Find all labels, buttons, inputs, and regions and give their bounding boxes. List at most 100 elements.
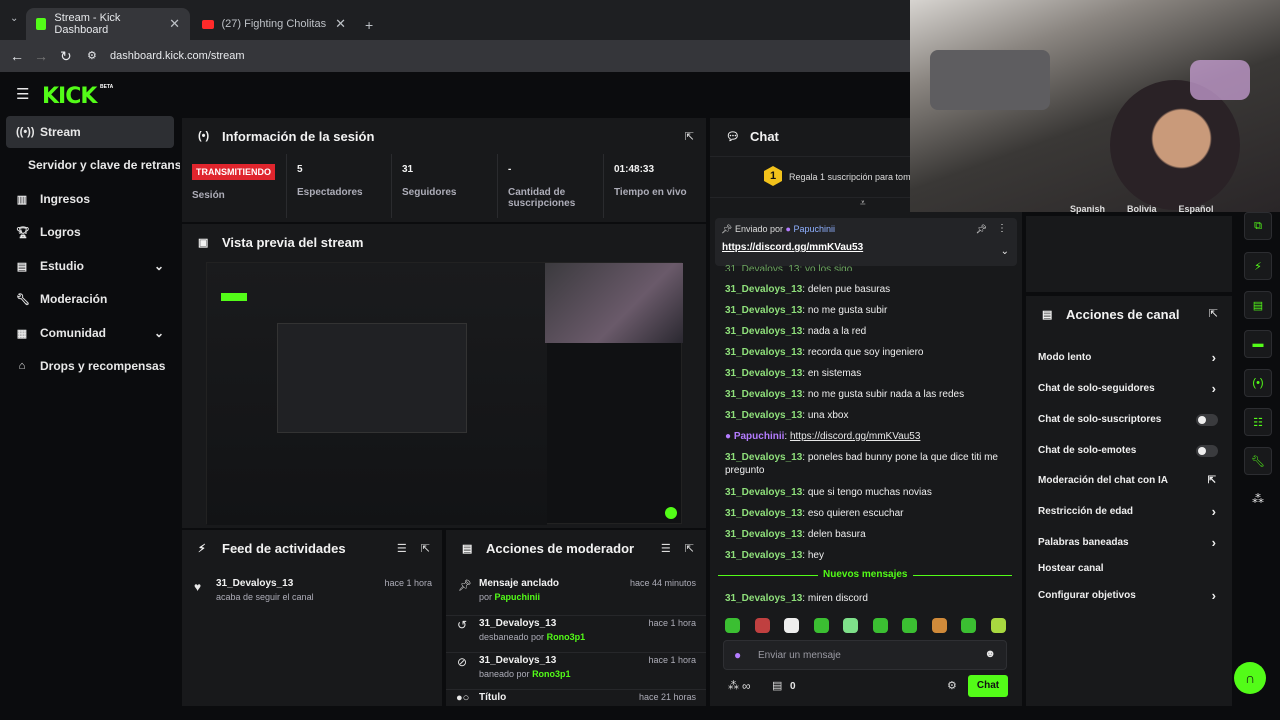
channel-action-banned-words[interactable]: Palabras baneadas ›: [1038, 535, 1220, 551]
sidebar-item-server-key[interactable]: Servidor y clave de retransmisión: [18, 149, 180, 181]
tag-chip[interactable]: Spanish: [1036, 204, 1105, 216]
tab-list-chevron-icon[interactable]: ⌄: [10, 13, 18, 24]
sidebar-item-label: Servidor y clave de retransmisión: [28, 158, 180, 172]
infinity-icon[interactable]: ⁂: [728, 679, 739, 692]
tab-kick-dashboard[interactable]: Stream - Kick Dashboard ✕: [26, 8, 190, 40]
emote-icon[interactable]: [814, 618, 829, 633]
forward-icon[interactable]: →: [34, 48, 48, 64]
settings-gear-icon[interactable]: ⚙: [947, 679, 957, 692]
chat-username[interactable]: 31_Devaloys_13: [725, 593, 802, 604]
chat-username[interactable]: 31_Devaloys_13: [725, 284, 802, 295]
lightning-icon: ⚡︎: [198, 542, 206, 555]
channel-action-goals[interactable]: Configurar objetivos ›: [1038, 588, 1220, 604]
back-icon[interactable]: ←: [10, 48, 24, 64]
chat-username[interactable]: 31_Devaloys_13: [725, 508, 802, 519]
mod-action-by[interactable]: Rono3p1: [532, 669, 571, 679]
menu-icon[interactable]: ☰: [16, 85, 29, 103]
mod-action-by-prefix: baneado por: [479, 669, 530, 679]
new-tab-icon[interactable]: +: [365, 17, 373, 33]
kick-logo[interactable]: KICK: [42, 84, 97, 109]
rail-document-button[interactable]: ▤: [1244, 291, 1272, 319]
chevron-down-icon[interactable]: ⌄: [1001, 246, 1009, 257]
emote-icon[interactable]: [725, 618, 740, 633]
channel-action-ai-moderation[interactable]: Moderación del chat con IA ⇱: [1038, 475, 1220, 489]
tab-youtube[interactable]: (27) Fighting Cholitas - Women W ✕: [192, 8, 356, 40]
channel-action-slow-mode[interactable]: Modo lento ›: [1038, 350, 1220, 366]
close-tab-icon[interactable]: ✕: [335, 16, 346, 32]
sidebar-item-logros[interactable]: 🏆︎ Logros: [6, 216, 174, 248]
sidebar-item-drops[interactable]: ⌂ Drops y recompensas: [6, 350, 174, 382]
chat-username[interactable]: 31_Devaloys_13: [725, 410, 802, 421]
collapse-icon[interactable]: ⩡: [860, 198, 866, 209]
chat-username[interactable]: 31_Devaloys_13: [725, 368, 802, 379]
emoji-icon[interactable]: ☻: [984, 648, 996, 660]
pinned-user[interactable]: Papuchinii: [793, 224, 835, 234]
sidebar-item-stream[interactable]: ((•)) Stream: [6, 116, 174, 148]
filter-icon[interactable]: ☰: [397, 542, 407, 555]
chat-username[interactable]: 31_Devaloys_13: [725, 550, 802, 561]
rail-lightning-button[interactable]: ⚡︎: [1244, 252, 1272, 280]
community-icon[interactable]: ⁂: [1252, 492, 1264, 506]
chat-username[interactable]: 31_Devaloys_13: [725, 529, 802, 540]
mod-action-by[interactable]: Papuchinii: [495, 592, 541, 602]
chat-username[interactable]: 31_Devaloys_13: [725, 487, 802, 498]
preview-nested-dashboard: [277, 323, 467, 433]
pinned-link[interactable]: https://discord.gg/mmKVau53: [722, 242, 863, 253]
popout-icon[interactable]: ⇱: [1209, 307, 1218, 320]
close-tab-icon[interactable]: ✕: [169, 16, 180, 32]
pinned-label: Enviado por: [734, 224, 783, 234]
chat-username[interactable]: 31_Devaloys_13: [725, 326, 802, 337]
reload-icon[interactable]: ↻: [60, 48, 72, 65]
stream-preview-video[interactable]: [206, 262, 683, 525]
chat-username[interactable]: 31_Devaloys_13: [725, 389, 802, 400]
channel-action-host[interactable]: Hostear canal: [1038, 563, 1220, 577]
sidebar-item-comunidad[interactable]: ▦ Comunidad ⌄: [6, 317, 174, 349]
emote-icon[interactable]: [784, 618, 799, 633]
popout-icon[interactable]: ⇱: [685, 542, 694, 555]
send-chat-button[interactable]: Chat: [968, 675, 1008, 697]
support-headset-icon[interactable]: ∩: [1234, 662, 1266, 694]
rail-list-button[interactable]: ☷: [1244, 408, 1272, 436]
mod-action-by[interactable]: Rono3p1: [547, 632, 586, 642]
site-info-icon[interactable]: ⚙: [87, 49, 97, 62]
sidebar-item-ingresos[interactable]: ▥ Ingresos: [6, 183, 174, 215]
webcam-headset: [1190, 60, 1250, 100]
emotes-only-toggle[interactable]: [1196, 445, 1218, 457]
subscribers-only-toggle[interactable]: [1196, 414, 1218, 426]
emote-icon[interactable]: [991, 618, 1006, 633]
chat-username[interactable]: 31_Devaloys_13: [725, 452, 802, 463]
chat-input[interactable]: ● Enviar un mensaje ☻: [723, 640, 1007, 670]
chat-text[interactable]: https://discord.gg/mmKVau53: [790, 431, 920, 442]
rail-broadcast-button[interactable]: (•): [1244, 369, 1272, 397]
emote-icon[interactable]: [932, 618, 947, 633]
channel-action-followers-only[interactable]: Chat de solo-seguidores ›: [1038, 381, 1220, 397]
filter-icon[interactable]: ☰: [661, 542, 671, 555]
chat-username[interactable]: 31_Devaloys_13: [725, 305, 802, 316]
popout-icon[interactable]: ⇱: [421, 542, 430, 555]
more-options-icon[interactable]: ⋮: [997, 223, 1007, 234]
url-text[interactable]: dashboard.kick.com/stream: [110, 50, 245, 62]
rail-chat-button[interactable]: ▬: [1244, 330, 1272, 358]
preview-chat-button: [665, 507, 677, 519]
emote-icon[interactable]: [755, 618, 770, 633]
unpin-icon[interactable]: 📌︎: [976, 224, 987, 235]
channel-action-age-restriction[interactable]: Restricción de edad ›: [1038, 504, 1220, 520]
chat-text: en sistemas: [807, 368, 862, 379]
emote-icon[interactable]: [843, 618, 858, 633]
emote-icon[interactable]: [873, 618, 888, 633]
sidebar-item-estudio[interactable]: ▤ Estudio ⌄: [6, 250, 174, 282]
chat-message-partial: 31_Devaloys_13: yo los sigo: [725, 264, 853, 271]
emote-icon[interactable]: [902, 618, 917, 633]
rail-wrench-button[interactable]: 🔧︎: [1244, 447, 1272, 475]
chat-username[interactable]: Papuchinii: [734, 431, 785, 442]
popout-icon[interactable]: ⇱: [685, 130, 694, 143]
sidebar-item-moderacion[interactable]: 🔧︎ Moderación: [6, 283, 174, 315]
broadcast-icon: (•): [198, 130, 210, 142]
emote-icon[interactable]: [961, 618, 976, 633]
rail-fullscreen-button[interactable]: ⧉: [1244, 212, 1272, 240]
tag-chip[interactable]: Español: [1179, 204, 1214, 216]
tag-chip[interactable]: Bolivia: [1127, 204, 1157, 216]
chat-text: nada a la red: [807, 326, 867, 337]
chat-username[interactable]: 31_Devaloys_13: [725, 347, 802, 358]
stat-value: 31: [402, 164, 414, 175]
